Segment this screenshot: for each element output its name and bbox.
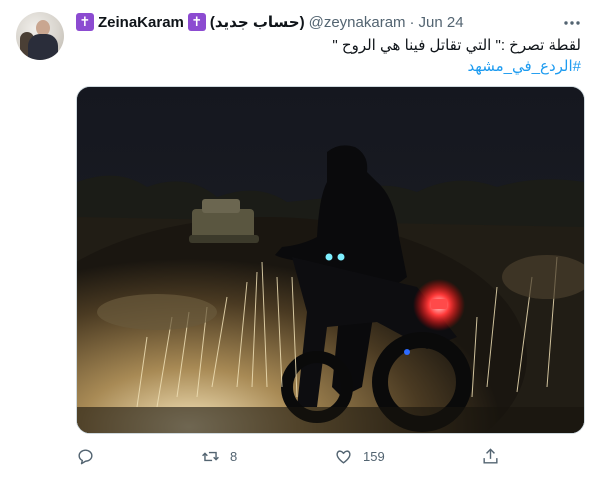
author-handle[interactable]: @zeynakaram (309, 14, 406, 31)
author-tag[interactable]: (حساب جديد) (210, 13, 305, 31)
heart-icon (336, 449, 351, 464)
retweet-count: 8 (230, 448, 238, 464)
avatar[interactable] (16, 12, 64, 60)
separator-dot: · (409, 13, 415, 31)
avatar-figure-body (28, 34, 58, 60)
tweet-text: لقطة تصرخ :" التي تقاتل فينا هي الروح " (332, 37, 581, 54)
tweet-photo[interactable] (76, 86, 585, 434)
retweet-icon (202, 451, 219, 461)
tweet-date[interactable]: Jun 24 (419, 14, 464, 31)
author-name[interactable]: ZeinaKaram (98, 14, 184, 31)
like-count: 159 (363, 448, 385, 464)
share-button[interactable] (481, 444, 510, 468)
tweet-card[interactable]: ✝ ZeinaKaram ✝ (حساب جديد) @zeynakaram ·… (0, 0, 599, 479)
more-options-icon[interactable] (561, 12, 583, 34)
hashtag-link[interactable]: #الردع_في_مشهد (467, 57, 581, 75)
reply-icon (78, 448, 93, 464)
like-button[interactable]: 159 (334, 444, 385, 468)
retweet-button[interactable]: 8 (201, 444, 237, 468)
latin-cross-icon: ✝ (187, 13, 206, 31)
reply-button[interactable] (76, 444, 105, 468)
tweet-header: ✝ ZeinaKaram ✝ (حساب جديد) @zeynakaram ·… (76, 12, 464, 32)
tweet-actions: 8 159 (76, 444, 583, 468)
latin-cross-icon: ✝ (76, 13, 94, 31)
share-icon (483, 447, 498, 464)
